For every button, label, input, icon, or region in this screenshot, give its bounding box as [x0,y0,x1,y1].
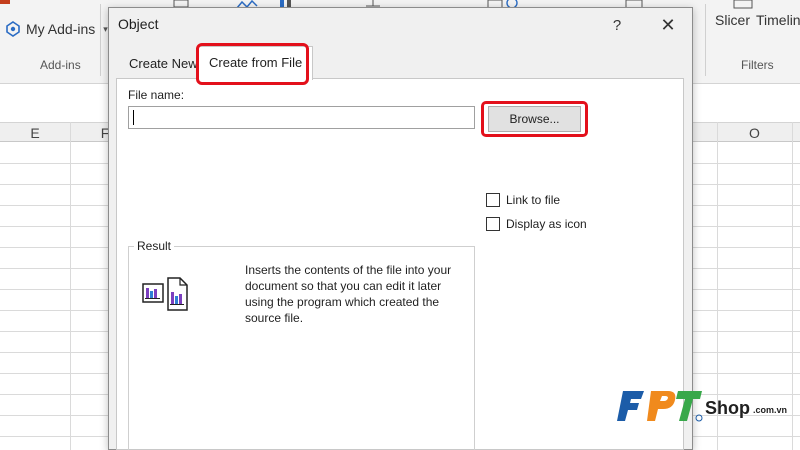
tab-create-new[interactable]: Create New [123,50,204,78]
tab-highlight-annotation [196,43,309,85]
display-as-icon-checkbox[interactable]: Display as icon [486,217,587,231]
slicer-button[interactable]: Slicer [715,12,750,28]
link-to-file-label: Link to file [506,193,561,207]
timeline-button[interactable]: Timelin [756,12,800,28]
column-header-e[interactable]: E [0,123,70,143]
checkbox-box[interactable] [486,193,500,207]
file-name-label: File name: [128,88,185,102]
addins-icon [6,21,20,37]
display-as-icon-label: Display as icon [506,217,587,231]
file-name-input[interactable] [128,106,475,129]
dialog-title: Object [118,16,159,32]
text-caret [133,110,134,125]
fpt-shop-domain: .com.vn [753,405,788,415]
filters-group-label: Filters [741,58,774,72]
result-label: Result [134,239,175,253]
fpt-shop-wordmark: Shop [705,398,750,418]
ribbon-separator [100,4,101,76]
help-button[interactable]: ? [605,14,629,38]
addins-group-label: Add-ins [40,58,81,72]
column-header-o[interactable]: O [717,123,792,143]
browse-highlight-annotation [481,101,588,137]
my-addins-label: My Add-ins [26,21,96,37]
close-button[interactable]: ✕ [655,12,681,38]
link-to-file-checkbox[interactable]: Link to file [486,193,560,207]
object-dialog: Object ? ✕ Create New Create from File F… [108,7,693,450]
app-accent [0,0,10,4]
embed-object-icon [142,277,188,311]
my-addins-button[interactable]: My Add-ins ▾ [4,20,108,38]
grid-line [70,122,71,450]
checkbox-box[interactable] [486,217,500,231]
result-description: Inserts the contents of the file into yo… [245,263,452,325]
slicer-icon [733,0,753,9]
ribbon-separator [705,4,706,76]
